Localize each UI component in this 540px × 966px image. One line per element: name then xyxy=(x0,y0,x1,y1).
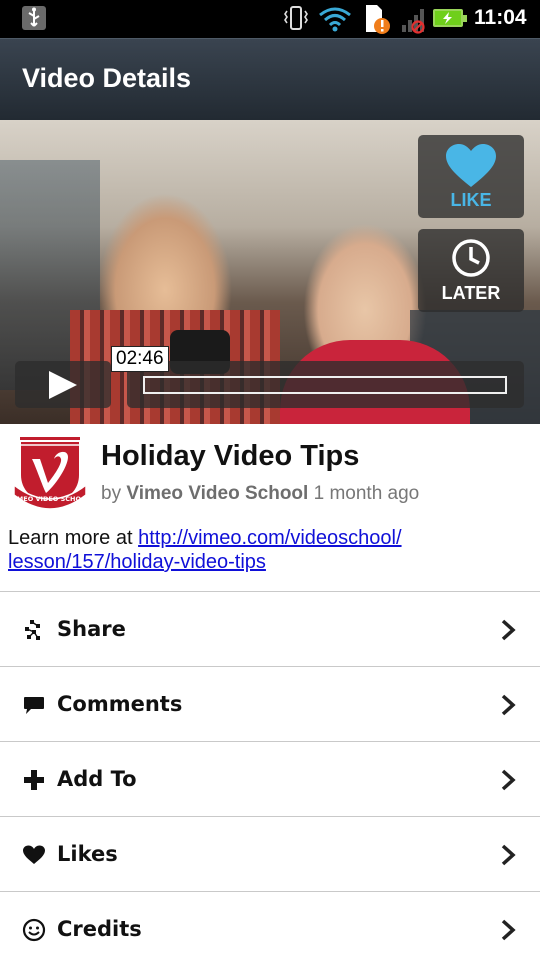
plus-icon xyxy=(24,770,44,790)
clock: 11:04 xyxy=(474,6,527,29)
description-link-line1[interactable]: http://vimeo.com/videoschool/ xyxy=(138,527,401,549)
chevron-right-icon xyxy=(501,844,516,866)
chevron-right-icon xyxy=(501,769,516,791)
menu-item-label: Share xyxy=(57,617,126,641)
like-label: LIKE xyxy=(450,190,492,210)
battery-charging-icon xyxy=(433,9,467,27)
share-icon xyxy=(25,620,40,640)
status-bar: 11:04 xyxy=(0,0,540,38)
menu-item-label: Add To xyxy=(57,767,137,791)
video-description: Learn more at http://vimeo.com/videoscho… xyxy=(8,526,528,574)
menu-item-share[interactable]: Share xyxy=(0,591,540,666)
menu-item-label: Comments xyxy=(57,692,183,716)
by-prefix: by xyxy=(101,483,122,504)
chevron-right-icon xyxy=(501,694,516,716)
menu-item-credits[interactable]: Credits xyxy=(0,891,540,966)
action-list: Share Comments Add To Likes Credits xyxy=(0,591,540,966)
usb-icon xyxy=(22,6,46,30)
video-title: Holiday Video Tips xyxy=(101,440,360,472)
video-player[interactable]: LIKE LATER 02:46 xyxy=(0,120,540,424)
play-icon xyxy=(49,371,77,399)
menu-item-likes[interactable]: Likes xyxy=(0,816,540,891)
logo-text: VIMEO VIDEO SCHOOL xyxy=(10,495,90,503)
menu-item-label: Likes xyxy=(57,842,118,866)
play-button[interactable] xyxy=(15,361,111,408)
chevron-right-icon xyxy=(501,619,516,641)
later-label: LATER xyxy=(441,283,501,303)
description-prefix: Learn more at xyxy=(8,527,139,549)
wifi-icon xyxy=(318,6,352,36)
byline: by Vimeo Video School 1 month ago xyxy=(101,483,419,505)
comment-icon xyxy=(24,697,44,714)
video-time: 02:46 xyxy=(111,346,169,372)
description-link-line2[interactable]: lesson/157/holiday-video-tips xyxy=(8,551,266,573)
clock-icon xyxy=(452,239,490,277)
author-link[interactable]: Vimeo Video School xyxy=(126,483,308,504)
menu-item-label: Credits xyxy=(57,917,142,941)
sd-card-alert-icon xyxy=(364,4,394,40)
vibrate-icon xyxy=(282,4,310,36)
upload-age: 1 month ago xyxy=(313,483,420,504)
channel-logo[interactable]: VIMEO VIDEO SCHOOL xyxy=(9,435,91,513)
like-button[interactable]: LIKE xyxy=(418,135,524,218)
smiley-icon xyxy=(22,918,46,942)
seek-track[interactable] xyxy=(143,376,507,394)
chevron-right-icon xyxy=(501,919,516,941)
page-title: Video Details xyxy=(22,63,192,93)
watch-later-button[interactable]: LATER xyxy=(418,229,524,312)
signal-no-service-icon xyxy=(400,6,428,38)
heart-icon xyxy=(23,845,45,864)
heart-icon xyxy=(446,144,496,187)
menu-item-comments[interactable]: Comments xyxy=(0,666,540,741)
seek-bar[interactable] xyxy=(127,361,524,408)
action-bar: Video Details xyxy=(0,38,540,120)
menu-item-add-to[interactable]: Add To xyxy=(0,741,540,816)
